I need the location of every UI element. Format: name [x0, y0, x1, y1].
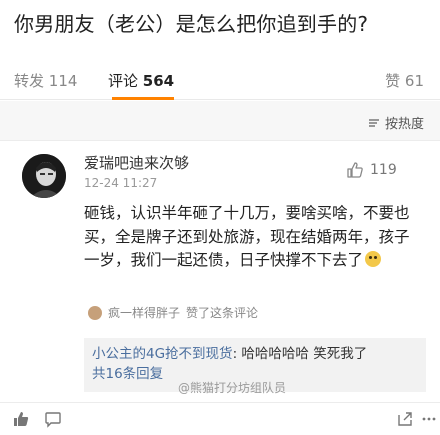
- post-title: 你男朋友（老公）是怎么把你追到手的?: [14, 12, 369, 36]
- liked-by-user: 疯一样得胖子: [108, 306, 181, 320]
- sort-label: 按热度: [384, 117, 424, 132]
- watermark: @熊猫打分坊组队员: [178, 381, 287, 395]
- reply-line: 小公主的4G抢不到现货: 哈哈哈哈哈 笑死我了: [92, 346, 368, 362]
- avatar-portrait-icon: [22, 154, 66, 198]
- avatar[interactable]: [22, 154, 66, 198]
- tab-comment-count: 564: [142, 72, 175, 90]
- sad-face-emoji-icon: [365, 251, 382, 267]
- tab-like-count: 61: [404, 72, 424, 90]
- liked-by-suffix: 赞了这条评论: [186, 306, 259, 320]
- comment-card: 爱瑞吧迪来次够 12-24 11:27 119 砸钱，认识半年砸了十几万，要啥买…: [0, 142, 440, 402]
- comment-username[interactable]: 爱瑞吧迪来次够: [84, 152, 189, 173]
- comment-body: 砸钱，认识半年砸了十几万，要啥买啥，不要也买，全是牌子还到处旅游，现在结婚两年，…: [84, 204, 410, 269]
- comment-text: 砸钱，认识半年砸了十几万，要啥买啥，不要也买，全是牌子还到处旅游，现在结婚两年，…: [84, 202, 424, 273]
- tab-comment[interactable]: 评论 564: [108, 70, 174, 91]
- tab-repost-count: 114: [48, 72, 78, 90]
- liker-avatar: [88, 305, 102, 320]
- comment-timestamp: 12-24 11:27: [84, 176, 158, 190]
- liked-by-row[interactable]: 疯一样得胖子 赞了这条评论: [88, 304, 258, 321]
- sort-icon: [368, 118, 379, 127]
- like-outline-icon[interactable]: [12, 410, 30, 428]
- tab-like[interactable]: 赞 61: [385, 70, 424, 91]
- tab-repost-label: 转发: [14, 72, 45, 90]
- tab-like-label: 赞: [385, 72, 401, 90]
- comment-like-button[interactable]: 119: [346, 157, 426, 183]
- tab-repost[interactable]: 转发 114: [14, 70, 77, 91]
- thumbs-up-icon: [347, 162, 363, 178]
- comment-bubble-icon[interactable]: [44, 410, 62, 428]
- sort-bar: 按热度: [0, 101, 440, 141]
- bottom-toolbar: [0, 402, 440, 435]
- tab-bar: 转发 114 评论 564 赞 61: [0, 60, 440, 100]
- tab-comment-label: 评论: [108, 72, 139, 90]
- sort-by-hot-button[interactable]: 按热度: [368, 113, 424, 132]
- comment-like-count: 119: [370, 162, 397, 178]
- reply-username[interactable]: 小公主的4G抢不到现货: [92, 346, 233, 362]
- more-icon[interactable]: [420, 410, 438, 428]
- active-tab-indicator: [112, 97, 174, 100]
- share-icon[interactable]: [396, 410, 414, 428]
- reply-text: 哈哈哈哈哈 笑死我了: [241, 346, 368, 362]
